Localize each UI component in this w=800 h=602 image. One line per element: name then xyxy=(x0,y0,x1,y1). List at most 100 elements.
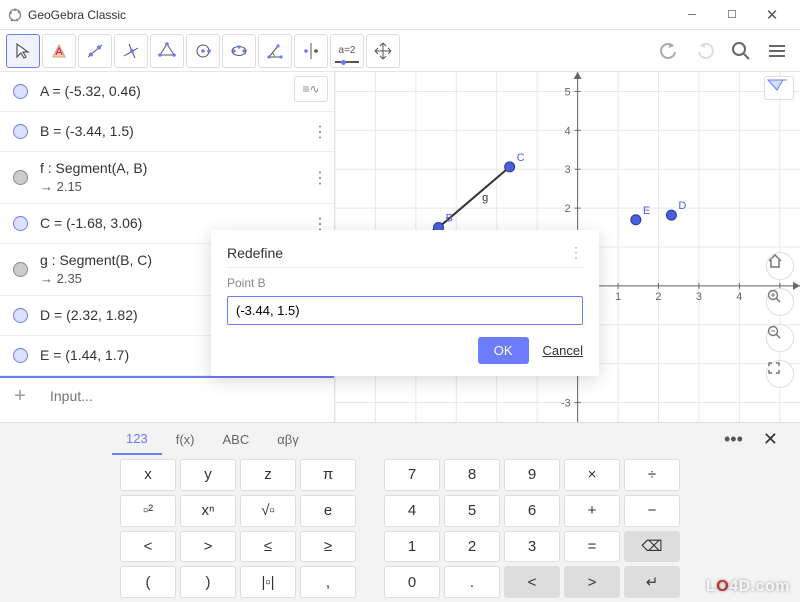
kb-key[interactable]: ) xyxy=(180,566,236,598)
kb-key[interactable]: ( xyxy=(120,566,176,598)
window-title: GeoGebra Classic xyxy=(28,8,126,22)
zoom-in-button[interactable] xyxy=(766,288,794,316)
kb-key[interactable]: ≤ xyxy=(240,531,296,563)
graphics-settings-icon[interactable] xyxy=(764,76,794,100)
kb-key[interactable]: < xyxy=(504,566,560,598)
algebra-row[interactable]: B = (-3.44, 1.5)⋮ xyxy=(0,112,334,152)
svg-text:2: 2 xyxy=(564,203,570,215)
kb-key[interactable]: + xyxy=(564,495,620,527)
tool-point[interactable]: A xyxy=(42,34,76,68)
redefine-input[interactable] xyxy=(227,296,583,325)
svg-text:3: 3 xyxy=(564,164,570,176)
kb-key[interactable]: |▫| xyxy=(240,566,296,598)
tool-ellipse[interactable] xyxy=(222,34,256,68)
kb-key[interactable]: y xyxy=(180,459,236,491)
kb-tab-functions[interactable]: f(x) xyxy=(162,423,209,455)
tool-line[interactable] xyxy=(78,34,112,68)
algebra-view-toggle[interactable]: ≡∿ xyxy=(294,76,328,102)
search-button[interactable] xyxy=(724,34,758,68)
kb-key[interactable]: = xyxy=(564,531,620,563)
kb-key[interactable]: ≥ xyxy=(300,531,356,563)
tool-slider[interactable]: a=2 xyxy=(330,34,364,68)
kb-key[interactable]: > xyxy=(564,566,620,598)
tool-move[interactable] xyxy=(6,34,40,68)
kb-key[interactable]: 8 xyxy=(444,459,500,491)
kb-tab-alpha[interactable]: ABC xyxy=(208,423,263,455)
svg-text:D: D xyxy=(678,200,686,212)
tool-angle[interactable] xyxy=(258,34,292,68)
algebra-row[interactable]: A = (-5.32, 0.46)⋮ xyxy=(0,72,334,112)
kb-key[interactable]: 4 xyxy=(384,495,440,527)
row-menu-icon[interactable]: ⋮ xyxy=(306,168,334,188)
algebra-input[interactable] xyxy=(40,378,334,414)
kb-key[interactable]: 7 xyxy=(384,459,440,491)
svg-text:-3: -3 xyxy=(561,398,571,410)
ok-button[interactable]: OK xyxy=(478,337,529,364)
virtual-keyboard: 123 f(x) ABC αβγ ••• ✕ xyzπ789×÷ ▫²xⁿ√▫e4… xyxy=(0,422,800,602)
watermark: LO4D.com xyxy=(706,578,790,596)
kb-key[interactable]: ↵ xyxy=(624,566,680,598)
kb-key[interactable]: 9 xyxy=(504,459,560,491)
kb-key[interactable]: π xyxy=(300,459,356,491)
cancel-link[interactable]: Cancel xyxy=(543,343,583,358)
kb-key[interactable]: 5 xyxy=(444,495,500,527)
kb-key[interactable]: ÷ xyxy=(624,459,680,491)
tool-polygon[interactable] xyxy=(150,34,184,68)
kb-close-button[interactable]: ✕ xyxy=(753,429,788,450)
kb-key[interactable]: , xyxy=(300,566,356,598)
svg-text:E: E xyxy=(643,205,650,217)
kb-key[interactable]: x xyxy=(120,459,176,491)
minimize-button[interactable]: ─ xyxy=(672,2,712,28)
svg-text:C: C xyxy=(517,152,525,164)
svg-text:2: 2 xyxy=(655,291,661,303)
kb-key[interactable]: . xyxy=(444,566,500,598)
svg-text:g: g xyxy=(482,192,488,204)
tool-move-view[interactable] xyxy=(366,34,400,68)
kb-key[interactable]: e xyxy=(300,495,356,527)
kb-key[interactable]: 1 xyxy=(384,531,440,563)
dialog-subtitle: Point B xyxy=(227,267,583,290)
kb-more-button[interactable]: ••• xyxy=(714,429,753,450)
kb-key[interactable]: 0 xyxy=(384,566,440,598)
kb-key[interactable]: ⌫ xyxy=(624,531,680,563)
kb-key[interactable]: − xyxy=(624,495,680,527)
row-menu-icon[interactable]: ⋮ xyxy=(306,122,334,142)
title-bar: GeoGebra Classic ─ ☐ ✕ xyxy=(0,0,800,30)
svg-text:4: 4 xyxy=(736,291,742,303)
kb-key[interactable]: √▫ xyxy=(240,495,296,527)
kb-tab-greek[interactable]: αβγ xyxy=(263,423,313,455)
algebra-row[interactable]: f : Segment(A, B)→ 2.15⋮ xyxy=(0,152,334,204)
kb-key[interactable]: < xyxy=(120,531,176,563)
kb-key[interactable]: xⁿ xyxy=(180,495,236,527)
kb-key[interactable]: z xyxy=(240,459,296,491)
kb-key[interactable]: ▫² xyxy=(120,495,176,527)
svg-text:3: 3 xyxy=(696,291,702,303)
kb-tab-numeric[interactable]: 123 xyxy=(112,423,162,455)
add-input-button[interactable]: + xyxy=(0,378,40,414)
kb-key[interactable]: > xyxy=(180,531,236,563)
dialog-menu-icon[interactable]: ⋮ xyxy=(569,244,583,261)
zoom-out-button[interactable] xyxy=(766,324,794,352)
svg-text:B: B xyxy=(446,213,453,225)
svg-text:A: A xyxy=(55,46,63,58)
undo-button[interactable] xyxy=(652,34,686,68)
fullscreen-button[interactable] xyxy=(766,360,794,388)
kb-key[interactable]: 2 xyxy=(444,531,500,563)
dialog-title: Redefine xyxy=(227,245,283,261)
tool-circle[interactable] xyxy=(186,34,220,68)
app-logo-icon xyxy=(8,8,22,22)
kb-key[interactable]: 6 xyxy=(504,495,560,527)
redefine-dialog: Redefine ⋮ Point B OK Cancel xyxy=(211,230,599,376)
main-toolbar: A a=2 xyxy=(0,30,800,72)
maximize-button[interactable]: ☐ xyxy=(712,2,752,28)
redo-button[interactable] xyxy=(688,34,722,68)
menu-button[interactable] xyxy=(760,34,794,68)
svg-text:5: 5 xyxy=(564,86,570,98)
svg-text:4: 4 xyxy=(564,125,570,137)
kb-key[interactable]: 3 xyxy=(504,531,560,563)
home-view-button[interactable] xyxy=(766,252,794,280)
kb-key[interactable]: × xyxy=(564,459,620,491)
close-button[interactable]: ✕ xyxy=(752,2,792,28)
tool-perpendicular[interactable] xyxy=(114,34,148,68)
tool-reflect[interactable] xyxy=(294,34,328,68)
